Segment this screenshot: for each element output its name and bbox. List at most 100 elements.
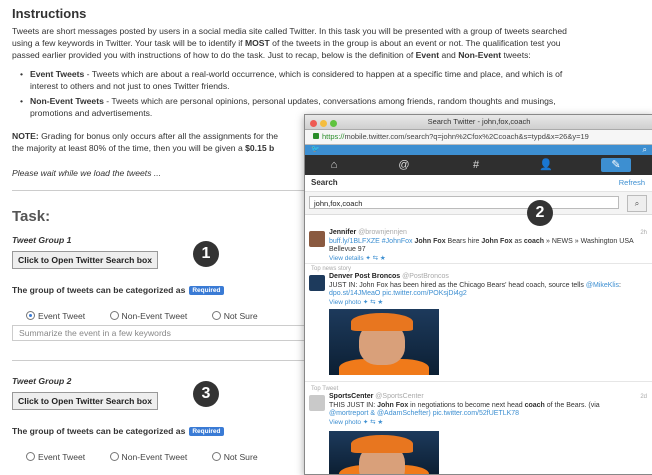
tweet-body: SportsCenter @SportsCenter THIS JUST IN:… [329, 393, 647, 427]
hash-icon[interactable]: # [461, 158, 491, 172]
tweet-author[interactable]: SportsCenter [329, 393, 373, 400]
question-text: The group of tweets can be categorized a… [12, 285, 186, 295]
para-line: Tweets are short messages posted by user… [12, 26, 567, 36]
radio-nonevent-tweet-1[interactable]: Non-Event Tweet [109, 311, 188, 321]
tweet-text: John Fox [481, 237, 513, 245]
para-line: of the tweets in the group is about an e… [269, 38, 561, 48]
tweet-handle: @SportsCenter [375, 393, 424, 400]
para-line: passed earlier provided you with instruc… [12, 50, 416, 60]
radio-nonevent-tweet-2[interactable]: Non-Event Tweet [109, 452, 187, 462]
radio-dot[interactable] [211, 311, 221, 320]
compose-icon[interactable]: ✎ [601, 158, 631, 172]
search-icon[interactable]: ⌕ [643, 145, 647, 155]
question-text: The group of tweets can be categorized a… [12, 426, 186, 436]
required-badge: Required [189, 286, 224, 296]
category-radios-1: Event Tweet Non-Event Tweet Not Sure [26, 311, 280, 321]
close-window-icon[interactable] [310, 120, 317, 127]
photo-shape [351, 435, 413, 453]
radio-dot[interactable] [26, 452, 35, 461]
required-badge: Required [189, 427, 224, 437]
radio-dot[interactable] [211, 452, 221, 461]
radio-event-tweet-2[interactable]: Event Tweet [26, 452, 85, 462]
tweet-item[interactable]: Top Tweet SportsCenter @SportsCenter THI… [305, 385, 652, 474]
search-icon[interactable]: ⌕ [635, 199, 639, 208]
window-titlebar[interactable]: Search Twitter - john,fox,coach [305, 115, 652, 130]
radio-not-sure-2[interactable]: Not Sure [211, 452, 258, 462]
radio-label: Event Tweet [38, 311, 86, 321]
person-icon[interactable]: 👤 [531, 158, 561, 172]
event-title: Event Tweets [30, 69, 85, 79]
at-icon[interactable]: @ [389, 158, 419, 172]
tweet-author[interactable]: Denver Post Broncos [329, 273, 400, 280]
para-emphasis: Non-Event [458, 50, 502, 60]
event-text: - Tweets which are about a real-world oc… [84, 69, 563, 79]
radio-label: Non-Event Tweet [121, 311, 188, 321]
twitter-bird-icon[interactable]: 🐦 [311, 146, 320, 154]
tweet-actions[interactable]: View photo ✦ ⇆ ★ [329, 299, 383, 306]
para-emphasis: MOST [244, 38, 270, 48]
search-header: Search Refresh [305, 175, 652, 192]
para-line: using a few keywords in Twitter. Your ta… [12, 38, 245, 48]
radio-selected-dot[interactable] [26, 311, 35, 320]
radio-dot[interactable] [109, 452, 119, 461]
search-row: john,fox,coach ⌕ [305, 192, 652, 215]
minimize-window-icon[interactable] [320, 120, 327, 127]
tweet-text: of the Bears. (via [544, 401, 600, 409]
open-twitter-search-button-2[interactable]: Click to Open Twitter Search box [12, 392, 159, 410]
url-path: mobile.twitter.com/search?q=john%2Cfox%2… [344, 132, 589, 141]
avatar[interactable] [309, 231, 325, 247]
radio-event-tweet-1[interactable]: Event Tweet [26, 311, 85, 321]
tweet-item[interactable]: Top news story Denver Post Broncos @Post… [305, 265, 652, 375]
nonevent-title: Non-Event Tweets [30, 96, 104, 106]
note-text: Grading for bonus only occurs after all … [38, 131, 279, 141]
tweet-link[interactable]: buff.ly/1BLFXZE #JohnFox [329, 238, 413, 245]
radio-label: Event Tweet [38, 452, 86, 462]
url-scheme: https:// [322, 132, 345, 141]
tweet-photo[interactable] [329, 309, 439, 375]
radio-label: Not Sure [223, 452, 258, 462]
task-heading: Task: [12, 208, 51, 225]
tweet-photo[interactable] [329, 431, 439, 474]
tweet-link[interactable]: dpo.st/14JMeaO pic.twitter.com/POKsjDi4g… [329, 290, 467, 297]
photo-shape [351, 313, 413, 331]
home-icon[interactable]: ⌂ [319, 158, 349, 172]
tweet-link[interactable]: @mortreport & @AdamSchefter) pic.twitter… [329, 410, 519, 417]
zoom-window-icon[interactable] [330, 120, 337, 127]
nonevent-text: promotions and advertisements. [30, 108, 153, 118]
tweet-item[interactable]: Jennifer @brownjennjen buff.ly/1BLFXZE #… [305, 229, 652, 262]
event-text: interest to others and not just to ones … [30, 81, 230, 91]
radio-not-sure-1[interactable]: Not Sure [211, 311, 258, 321]
twitter-search-window[interactable]: Search Twitter - john,fox,coach https://… [304, 114, 652, 475]
tweet-text: John Fox [412, 237, 446, 245]
radio-dot[interactable] [109, 311, 119, 320]
tweet-text: coach [523, 237, 545, 245]
tweet-separator [305, 381, 652, 382]
tweet-text: JUST IN: John Fox has been hired as the … [329, 281, 586, 289]
note-bonus: $0.15 b [245, 143, 275, 153]
tweet-actions[interactable]: View details ✦ ⇆ ★ [329, 255, 386, 262]
tweet-time: 2d [640, 394, 647, 400]
tweet-text: THIS JUST IN: [329, 401, 378, 409]
note-label: NOTE: [12, 131, 39, 141]
twitter-top-bar: 🐦 ⌕ [305, 145, 652, 155]
address-bar[interactable]: https://mobile.twitter.com/search?q=john… [305, 130, 652, 145]
window-title: Search Twitter - john,fox,coach [427, 117, 531, 126]
note-text: the majority at least 80% of the time, t… [12, 143, 246, 153]
tweet-mention[interactable]: @MikeKlis [586, 282, 619, 289]
refresh-link[interactable]: Refresh [619, 178, 645, 187]
tweet-group-2-title: Tweet Group 2 [12, 376, 72, 386]
avatar[interactable] [309, 395, 325, 411]
twitter-search-input[interactable]: john,fox,coach [309, 196, 619, 209]
tweet-actions[interactable]: View photo ✦ ⇆ ★ [329, 419, 383, 426]
tweet-author[interactable]: Jennifer [329, 229, 356, 236]
tweet-text: coach [524, 401, 545, 409]
avatar[interactable] [309, 275, 325, 291]
search-button[interactable]: ⌕ [627, 195, 647, 212]
tweet-text: : [619, 281, 621, 289]
open-twitter-search-button-1[interactable]: Click to Open Twitter Search box [12, 251, 159, 269]
event-summary-input-1[interactable]: Summarize the event in a few keywords [12, 325, 307, 341]
tweet-text: Bears hire [445, 237, 482, 245]
tweet-tag: Top news story [311, 266, 352, 272]
para-emphasis: Event [415, 50, 440, 60]
tweet-text: John Fox [377, 401, 409, 409]
